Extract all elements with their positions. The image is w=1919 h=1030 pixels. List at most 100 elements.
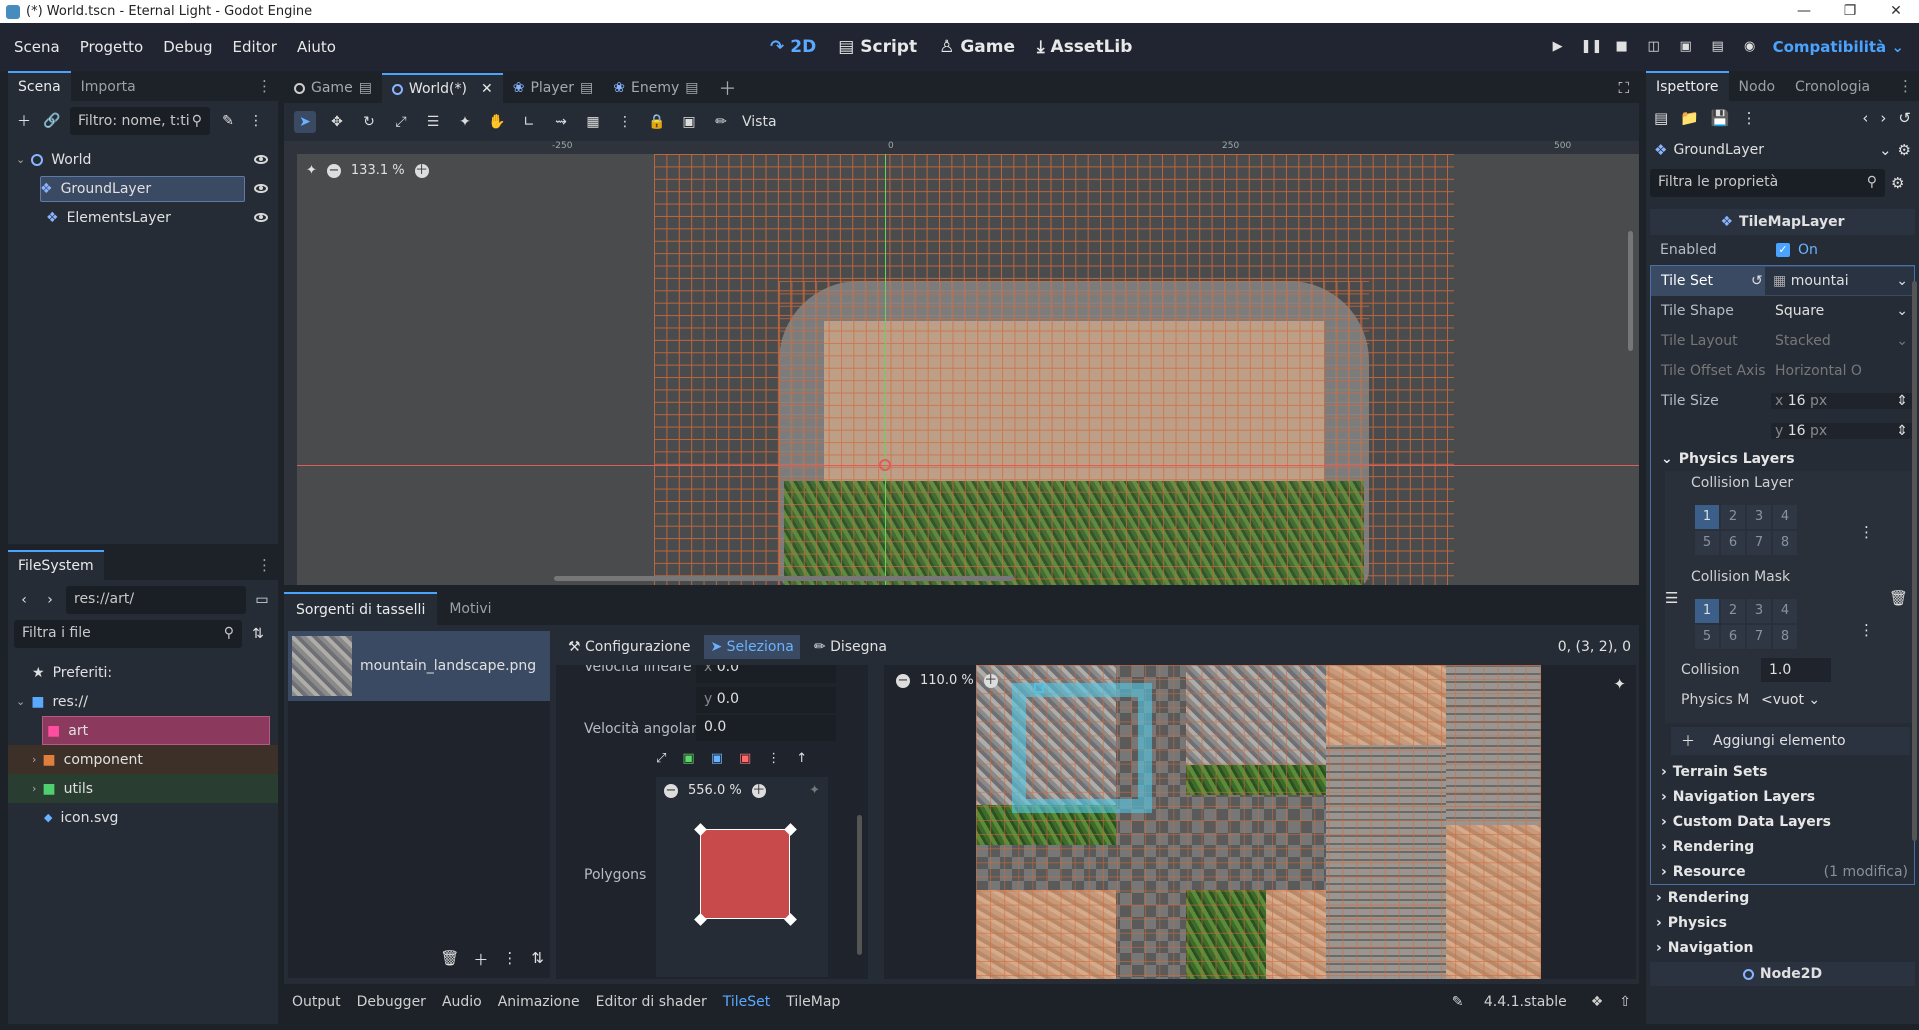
dock-menu-icon[interactable]: ⋮ bbox=[251, 550, 278, 580]
tree-node-elementslayer[interactable]: ❖ ElementsLayer bbox=[8, 203, 278, 232]
vista-menu[interactable]: Vista bbox=[742, 114, 777, 130]
pause-icon[interactable]: ❚❚ bbox=[1581, 38, 1603, 56]
close-icon[interactable]: ✕ bbox=[481, 81, 493, 97]
tab-importa[interactable]: Importa bbox=[71, 73, 146, 101]
polygon-editor[interactable]: − 556.0 % ＋ ✦ bbox=[656, 777, 828, 977]
visibility-eye-icon[interactable] bbox=[254, 184, 268, 193]
tab-animazione[interactable]: Animazione bbox=[490, 994, 588, 1010]
menu-editor[interactable]: Editor bbox=[233, 38, 277, 56]
vertical-scrollbar[interactable] bbox=[1628, 231, 1633, 351]
delete-icon[interactable]: 🗑 bbox=[440, 949, 459, 970]
smart-snap-icon[interactable]: ⇝ bbox=[550, 111, 572, 133]
center-view-icon[interactable]: ✦ bbox=[1613, 675, 1626, 693]
zoom-out-icon[interactable]: − bbox=[326, 163, 341, 178]
velocity-x-field[interactable]: x 0.0 bbox=[696, 665, 836, 683]
tab-sorgenti[interactable]: Sorgenti di tasselli bbox=[284, 592, 438, 626]
section-navigation-layers[interactable]: › Navigation Layers bbox=[1651, 784, 1914, 809]
node-name-select[interactable]: GroundLayer bbox=[1673, 142, 1873, 158]
workspace-game[interactable]: ♙ Game bbox=[939, 37, 1015, 57]
collision-polygon[interactable] bbox=[700, 829, 790, 919]
clear-icon[interactable]: ↑ bbox=[796, 751, 807, 766]
section-terrain-sets[interactable]: › Terrain Sets bbox=[1651, 759, 1914, 784]
save-icon[interactable]: 💾 bbox=[1711, 109, 1730, 127]
drag-handle-icon[interactable]: ☰ bbox=[1665, 589, 1678, 607]
tile-offset-select[interactable]: Horizontal O bbox=[1771, 363, 1914, 379]
add-icon[interactable]: ＋ bbox=[473, 949, 488, 970]
section-rendering[interactable]: › Rendering bbox=[1646, 885, 1919, 910]
folder-res[interactable]: ⌄ ■ res:// bbox=[8, 687, 278, 716]
forward-icon[interactable]: › bbox=[1880, 109, 1886, 127]
split-view-icon[interactable]: ▭ bbox=[252, 590, 272, 610]
horizontal-scrollbar[interactable] bbox=[554, 576, 1014, 581]
section-physics[interactable]: › Physics bbox=[1646, 910, 1919, 935]
tab-motivi[interactable]: Motivi bbox=[437, 593, 503, 625]
tree-node-world[interactable]: ⌄ World bbox=[8, 145, 278, 174]
expand-icon[interactable]: ⤢ bbox=[656, 751, 666, 766]
list-select-icon[interactable]: ☰ bbox=[422, 111, 444, 133]
subtab-seleziona[interactable]: ➤ Seleziona bbox=[704, 635, 800, 659]
tab-filesystem[interactable]: FileSystem bbox=[8, 550, 104, 580]
properties-scrollbar[interactable] bbox=[857, 815, 862, 955]
tile-size-x[interactable]: x 16 px ⇕ bbox=[1771, 393, 1914, 409]
remote-debug-icon[interactable]: ◫ bbox=[1645, 38, 1663, 56]
link-icon[interactable]: 🔗 bbox=[42, 111, 62, 131]
script-attach-icon[interactable]: ✎ bbox=[218, 111, 238, 131]
bone-icon[interactable]: ✏ bbox=[710, 111, 732, 133]
chevron-down-icon[interactable]: ⌄ bbox=[16, 695, 25, 708]
atlas-view[interactable]: − 110.0 % ＋ ✦ bbox=[884, 665, 1636, 979]
filter-options-icon[interactable]: ⚙ bbox=[1891, 174, 1904, 192]
tile-source-item[interactable]: mountain_landscape.png bbox=[288, 631, 550, 701]
tab-scene-player[interactable]: ❀ Player ▤ bbox=[503, 73, 604, 103]
file-icon-svg[interactable]: ◆ icon.svg bbox=[8, 803, 278, 832]
tab-scene-game[interactable]: Game ▤ bbox=[284, 73, 382, 103]
pan-icon[interactable]: ✋ bbox=[486, 111, 508, 133]
history-icon[interactable]: ↺ bbox=[1898, 109, 1911, 127]
inspector-scrollbar[interactable] bbox=[1912, 281, 1917, 841]
ruler-icon[interactable]: ∟ bbox=[518, 111, 540, 133]
section-custom-data-layers[interactable]: › Custom Data Layers bbox=[1651, 809, 1914, 834]
section-resource[interactable]: › Resource (1 modifica) bbox=[1651, 859, 1914, 884]
center-view-icon[interactable]: ✦ bbox=[809, 783, 820, 798]
lock-icon[interactable]: 🔒 bbox=[646, 111, 668, 133]
distraction-free-icon[interactable]: ⛶ bbox=[1608, 73, 1639, 103]
menu-scena[interactable]: Scena bbox=[14, 38, 60, 56]
scene-filter-input[interactable]: Filtro: nome, t:ti ⚲ bbox=[70, 107, 210, 135]
grid-snap-icon[interactable]: ▦ bbox=[582, 111, 604, 133]
new-resource-icon[interactable]: ▤ bbox=[1654, 109, 1668, 127]
add-polygon-icon[interactable]: ▣ bbox=[682, 751, 694, 766]
zoom-level[interactable]: 133.1 % bbox=[351, 163, 405, 178]
visibility-eye-icon[interactable] bbox=[254, 155, 268, 164]
tab-ispettore[interactable]: Ispettore bbox=[1646, 71, 1729, 101]
group-icon[interactable]: ▣ bbox=[678, 111, 700, 133]
subtab-configurazione[interactable]: ⚒ Configurazione bbox=[562, 635, 696, 659]
dock-menu-icon[interactable]: ⋮ bbox=[251, 71, 278, 101]
kebab-menu-icon[interactable]: ⋮ bbox=[1859, 621, 1874, 639]
stop-icon[interactable]: ■ bbox=[1613, 38, 1631, 56]
kebab-menu-icon[interactable]: ⋮ bbox=[502, 949, 517, 970]
kebab-menu-icon[interactable]: ⋮ bbox=[246, 111, 266, 131]
open-folder-icon[interactable]: 📁 bbox=[1680, 109, 1699, 127]
favorites-item[interactable]: ★ Preferiti: bbox=[8, 658, 278, 687]
scale-mode-icon[interactable]: ⤢ bbox=[390, 111, 412, 133]
rotate-mode-icon[interactable]: ↻ bbox=[358, 111, 380, 133]
folder-component[interactable]: › ■ component bbox=[8, 745, 278, 774]
add-tab-button[interactable]: ＋ bbox=[708, 73, 746, 103]
file-filter-input[interactable]: Filtra i file ⚲ bbox=[14, 620, 242, 648]
tile-shape-select[interactable]: Square ⌄ bbox=[1771, 303, 1914, 319]
zoom-in-icon[interactable]: ＋ bbox=[983, 673, 998, 688]
kebab-menu-icon[interactable]: ⋮ bbox=[1859, 523, 1874, 541]
snap-options-icon[interactable]: ⋮ bbox=[614, 111, 636, 133]
movie-maker-icon[interactable]: ◉ bbox=[1741, 38, 1759, 56]
folder-utils[interactable]: › ■ utils bbox=[8, 774, 278, 803]
tileset-resource-picker[interactable]: ▦ mountai ⌄ bbox=[1765, 267, 1914, 295]
tab-output[interactable]: Output bbox=[284, 994, 349, 1010]
add-node-icon[interactable]: ＋ bbox=[14, 111, 34, 131]
tab-nodo[interactable]: Nodo bbox=[1729, 73, 1786, 101]
move-mode-icon[interactable]: ✥ bbox=[326, 111, 348, 133]
workspace-script[interactable]: ▤ Script bbox=[838, 37, 917, 57]
forward-icon[interactable]: › bbox=[40, 590, 60, 610]
property-filter-input[interactable]: Filtra le proprietà ⚲ bbox=[1650, 169, 1885, 197]
pin-icon[interactable]: ❖ bbox=[1583, 994, 1612, 1010]
tab-cronologia[interactable]: Cronologia bbox=[1785, 73, 1880, 101]
tile-layout-select[interactable]: Stacked ⌄ bbox=[1771, 333, 1914, 349]
